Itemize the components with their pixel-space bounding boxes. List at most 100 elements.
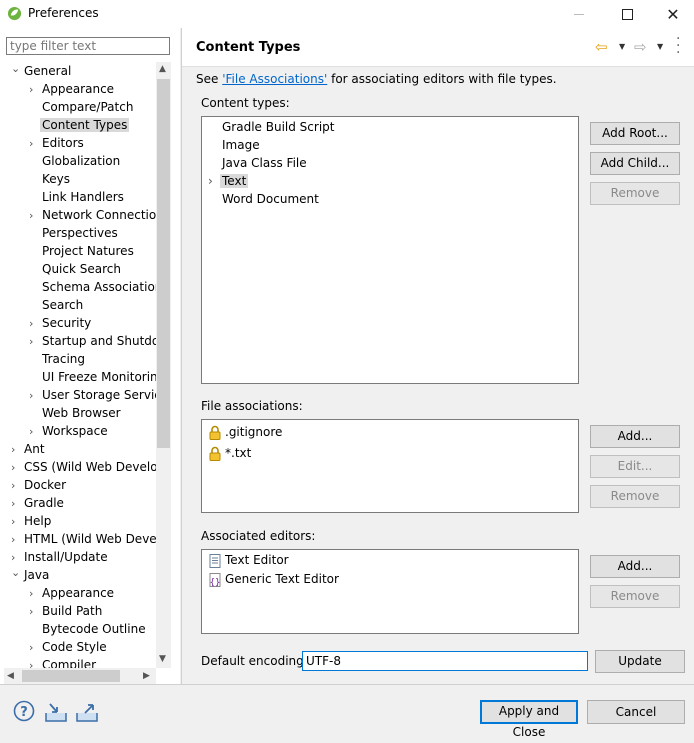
scroll-right-arrow-icon[interactable]: ▶	[143, 671, 150, 681]
tree-item[interactable]: Compare/Patch	[29, 98, 133, 116]
chevron-right-icon[interactable]: ›	[29, 585, 37, 603]
tree-item[interactable]: › Startup and Shutdown	[29, 332, 156, 350]
tree-item[interactable]: › Appearance	[29, 584, 114, 602]
tree-item[interactable]: Content Types	[29, 116, 130, 134]
tree-item[interactable]: › User Storage Service	[29, 386, 156, 404]
tree-item[interactable]: ⌄ Java	[11, 566, 49, 584]
back-arrow-icon[interactable]: ⇦	[595, 38, 608, 56]
tree-item[interactable]: › Editors	[29, 134, 84, 152]
tree-item[interactable]: Globalization	[29, 152, 120, 170]
chevron-right-icon[interactable]: ›	[29, 657, 37, 668]
content-type-item[interactable]: Java Class File	[208, 154, 307, 172]
chevron-right-icon[interactable]: ›	[29, 315, 37, 333]
remove-content-type-button[interactable]: Remove	[590, 182, 680, 205]
tree-item[interactable]: Schema Associations	[29, 278, 156, 296]
maximize-button[interactable]	[604, 2, 650, 26]
tree-item[interactable]: Search	[29, 296, 83, 314]
tree-item[interactable]: › Code Style	[29, 638, 107, 656]
tree-item[interactable]: › Security	[29, 314, 91, 332]
import-icon[interactable]	[44, 701, 68, 723]
apply-and-close-button[interactable]: Apply and Close	[480, 700, 578, 739]
cancel-button[interactable]: Cancel	[587, 700, 685, 724]
chevron-right-icon[interactable]: ›	[29, 423, 37, 441]
tree-item[interactable]: › CSS (Wild Web Developer)	[11, 458, 156, 476]
tree-item[interactable]: UI Freeze Monitoring	[29, 368, 156, 386]
content-types-tree[interactable]: Gradle Build Script Image Java Class File ›…	[201, 116, 579, 384]
add-editor-button[interactable]: Add...	[590, 555, 680, 578]
close-button[interactable]: ✕	[650, 2, 694, 26]
chevron-down-icon[interactable]: ⌄	[11, 62, 20, 78]
tree-item[interactable]: Bytecode Outline	[29, 620, 146, 638]
file-associations-link[interactable]: 'File Associations'	[222, 72, 327, 86]
chevron-right-icon[interactable]: ›	[29, 333, 37, 351]
file-association-item[interactable]: .gitignore	[209, 423, 282, 441]
tree-horizontal-scroll-thumb[interactable]	[22, 670, 120, 682]
chevron-down-icon[interactable]: ⌄	[11, 564, 20, 582]
tree-item[interactable]: Link Handlers	[29, 188, 124, 206]
tree-item[interactable]: Web Browser	[29, 404, 121, 422]
content-type-item[interactable]: Gradle Build Script	[208, 118, 334, 136]
filter-input[interactable]	[6, 37, 170, 55]
add-child-button[interactable]: Add Child...	[590, 152, 680, 175]
tree-item[interactable]: Tracing	[29, 350, 85, 368]
tree-item[interactable]: Keys	[29, 170, 70, 188]
content-type-item[interactable]: Image	[208, 136, 260, 154]
content-type-item[interactable]: › Text	[208, 172, 249, 190]
export-icon[interactable]	[75, 701, 99, 723]
remove-editor-button[interactable]: Remove	[590, 585, 680, 608]
edit-file-association-button[interactable]: Edit...	[590, 455, 680, 478]
chevron-right-icon[interactable]: ›	[11, 477, 19, 495]
tree-item[interactable]: › Build Path	[29, 602, 102, 620]
minimize-button[interactable]	[556, 2, 602, 26]
associated-editor-item[interactable]: {} Generic Text Editor	[209, 570, 339, 588]
tree-item[interactable]: Project Natures	[29, 242, 134, 260]
remove-file-association-button[interactable]: Remove	[590, 485, 680, 508]
chevron-right-icon[interactable]: ›	[11, 531, 19, 549]
panel-divider[interactable]	[181, 28, 182, 684]
tree-item-label: Ant	[24, 442, 45, 456]
content-type-label: Text	[220, 174, 249, 188]
file-association-item[interactable]: *.txt	[209, 444, 251, 462]
tree-item[interactable]: › Gradle	[11, 494, 64, 512]
tree-item[interactable]: Perspectives	[29, 224, 118, 242]
tree-vertical-scroll-thumb[interactable]	[157, 79, 170, 448]
tree-item[interactable]: › Network Connections	[29, 206, 156, 224]
chevron-right-icon[interactable]: ›	[29, 387, 37, 405]
chevron-right-icon[interactable]: ›	[29, 81, 37, 99]
tree-item[interactable]: ⌄ General	[11, 62, 71, 80]
tree-item[interactable]: › Ant	[11, 440, 45, 458]
associated-editor-item[interactable]: Text Editor	[209, 551, 289, 569]
chevron-right-icon[interactable]: ›	[11, 441, 19, 459]
add-root-button[interactable]: Add Root...	[590, 122, 680, 145]
view-menu-icon[interactable]: · · ·	[676, 32, 680, 60]
tree-item[interactable]: › Appearance	[29, 80, 114, 98]
chevron-right-icon[interactable]: ›	[29, 639, 37, 657]
tree-item[interactable]: › Compiler	[29, 656, 96, 668]
chevron-right-icon[interactable]: ›	[29, 603, 37, 621]
tree-item[interactable]: › HTML (Wild Web Developer)	[11, 530, 156, 548]
chevron-right-icon[interactable]: ›	[29, 135, 37, 153]
back-history-dropdown-icon[interactable]: ▼	[619, 42, 625, 51]
content-type-item[interactable]: Word Document	[208, 190, 319, 208]
associated-editors-list[interactable]: Text Editor {} Generic Text Editor	[201, 549, 579, 634]
tree-item[interactable]: › Workspace	[29, 422, 108, 440]
tree-item[interactable]: › Help	[11, 512, 51, 530]
add-file-association-button[interactable]: Add...	[590, 425, 680, 448]
forward-arrow-icon[interactable]: ⇨	[634, 38, 647, 56]
scroll-down-arrow-icon[interactable]: ▼	[159, 654, 166, 664]
chevron-right-icon[interactable]: ›	[11, 513, 19, 531]
update-button[interactable]: Update	[595, 650, 685, 673]
tree-item[interactable]: Quick Search	[29, 260, 121, 278]
chevron-right-icon[interactable]: ›	[11, 459, 19, 477]
tree-item[interactable]: › Install/Update	[11, 548, 108, 566]
help-icon[interactable]: ?	[13, 700, 35, 722]
scroll-up-arrow-icon[interactable]: ▲	[159, 64, 166, 74]
scroll-left-arrow-icon[interactable]: ◀	[7, 671, 14, 681]
tree-item[interactable]: › Docker	[11, 476, 66, 494]
default-encoding-input[interactable]	[302, 651, 588, 671]
file-associations-list[interactable]: .gitignore *.txt	[201, 419, 579, 513]
chevron-right-icon[interactable]: ›	[11, 495, 19, 513]
forward-history-dropdown-icon[interactable]: ▼	[657, 42, 663, 51]
preferences-tree[interactable]: ⌄ General › Appearance Compare/Patch Content …	[4, 62, 156, 668]
chevron-right-icon[interactable]: ›	[29, 207, 37, 225]
